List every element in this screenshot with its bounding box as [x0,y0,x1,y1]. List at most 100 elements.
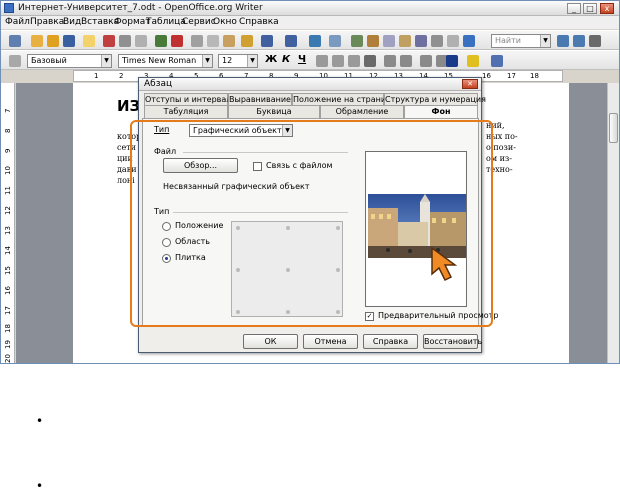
bullets-icon[interactable] [400,55,412,67]
menu-help[interactable]: Справка [239,17,279,27]
file-separator [183,152,348,153]
minimize-button[interactable]: _ [567,3,581,14]
menu-view[interactable]: Вид [63,17,81,27]
reset-button[interactable]: Восстановить [423,334,482,349]
italic-button[interactable]: К [282,54,290,65]
position-point[interactable] [286,310,290,314]
ok-button[interactable]: ОК [243,334,298,349]
chart-icon[interactable] [367,35,379,47]
find-combo[interactable]: Найти ▼ [491,34,551,48]
print-preview-icon[interactable] [135,35,147,47]
bold-button[interactable]: Ж [265,54,277,65]
find-next-icon[interactable] [557,35,569,47]
background-panel: Тип Графический объект ▼ Файл Обзор... С… [142,118,498,326]
numbering-icon[interactable] [384,55,396,67]
position-point[interactable] [236,226,240,230]
vertical-scrollbar[interactable] [607,83,619,363]
maximize-button[interactable]: □ [583,3,597,14]
chevron-down-icon: ▼ [247,55,257,67]
save-icon[interactable] [63,35,75,47]
dialog-title-bar[interactable]: Абзац ✕ [139,78,481,91]
menu-tools[interactable]: Сервис [182,17,216,27]
redo-icon[interactable] [285,35,297,47]
dialog-close-button[interactable]: ✕ [462,79,478,89]
autospell-icon[interactable] [171,35,183,47]
font-name-combo[interactable]: Times New Roman ▼ [118,54,213,68]
table-icon[interactable] [329,35,341,47]
styles-icon[interactable] [9,55,21,67]
position-point[interactable] [286,268,290,272]
formatting-marks-icon[interactable] [415,35,427,47]
paragraph-style-combo[interactable]: Базовый ▼ [27,54,112,68]
background-color-icon[interactable] [491,55,503,67]
underline-button[interactable]: Ч [298,54,306,65]
dialog-title: Абзац [144,79,173,89]
cut-icon[interactable] [191,35,203,47]
image-icon[interactable] [351,35,363,47]
open-folder-icon[interactable] [47,35,59,47]
tab-drop-caps[interactable]: Буквица [228,105,320,118]
help-button[interactable]: Справка [363,334,418,349]
decrease-indent-icon[interactable] [420,55,432,67]
hyperlink-icon[interactable] [309,35,321,47]
radio-tile[interactable] [162,254,171,263]
position-point[interactable] [236,310,240,314]
tab-borders[interactable]: Обрамление [320,105,404,118]
find-placeholder: Найти [495,36,521,45]
edit-mode-icon[interactable] [83,35,95,47]
find-replace-icon[interactable] [589,35,601,47]
new-document-icon[interactable] [31,35,43,47]
draw-functions-icon[interactable] [383,35,395,47]
position-point[interactable] [336,226,340,230]
gallery-icon[interactable] [431,35,443,47]
justify-icon[interactable] [364,55,376,67]
clone-format-icon[interactable] [241,35,253,47]
navigator-icon[interactable] [399,35,411,47]
type-dropdown[interactable]: Графический объект ▼ [189,124,293,137]
find-previous-icon[interactable] [573,35,585,47]
close-button[interactable]: x [600,3,614,14]
chevron-down-icon: ▼ [202,55,212,67]
print-icon[interactable] [119,35,131,47]
help-icon[interactable] [463,35,475,47]
title-bar[interactable]: Интернет-Университет_7.odt - OpenOffice.… [1,1,619,16]
align-left-icon[interactable] [316,55,328,67]
text-fragment-left: ции [117,154,133,163]
align-center-icon[interactable] [332,55,344,67]
spellcheck-icon[interactable] [155,35,167,47]
menu-table[interactable]: Таблица [146,17,186,27]
highlight-icon[interactable] [467,55,479,67]
copy-icon[interactable] [207,35,219,47]
menu-file[interactable]: Файл [5,17,30,27]
align-right-icon[interactable] [348,55,360,67]
tab-tabs[interactable]: Табуляция [144,105,228,118]
position-point[interactable] [236,268,240,272]
bullet-point: • [36,414,44,428]
menu-edit[interactable]: Правка [30,17,64,27]
scrollbar-thumb[interactable] [609,113,618,143]
browse-button[interactable]: Обзор... [163,158,238,173]
ruler-mark: 13 [4,226,12,235]
export-pdf-icon[interactable] [103,35,115,47]
ruler-mark: 16 [4,286,12,295]
cancel-button[interactable]: Отмена [303,334,358,349]
vertical-ruler[interactable]: 7 8 9 10 11 12 13 14 15 16 17 18 19 20 [1,83,15,363]
link-checkbox[interactable] [253,162,262,171]
font-color-icon[interactable] [446,55,458,67]
position-point[interactable] [336,268,340,272]
radio-position[interactable] [162,222,171,231]
type-label: Тип [154,125,170,134]
preview-checkbox[interactable]: ✓ [365,312,374,321]
menu-window[interactable]: Окно [213,17,237,27]
position-point[interactable] [336,310,340,314]
tab-background[interactable]: Фон [404,105,478,118]
position-grid[interactable] [231,221,343,317]
paste-icon[interactable] [223,35,235,47]
toolbar-menu-icon[interactable] [9,35,21,47]
position-point[interactable] [286,226,290,230]
undo-icon[interactable] [261,35,273,47]
background-preview [365,151,467,307]
radio-area[interactable] [162,238,171,247]
font-size-combo[interactable]: 12 ▼ [218,54,258,68]
zoom-icon[interactable] [447,35,459,47]
